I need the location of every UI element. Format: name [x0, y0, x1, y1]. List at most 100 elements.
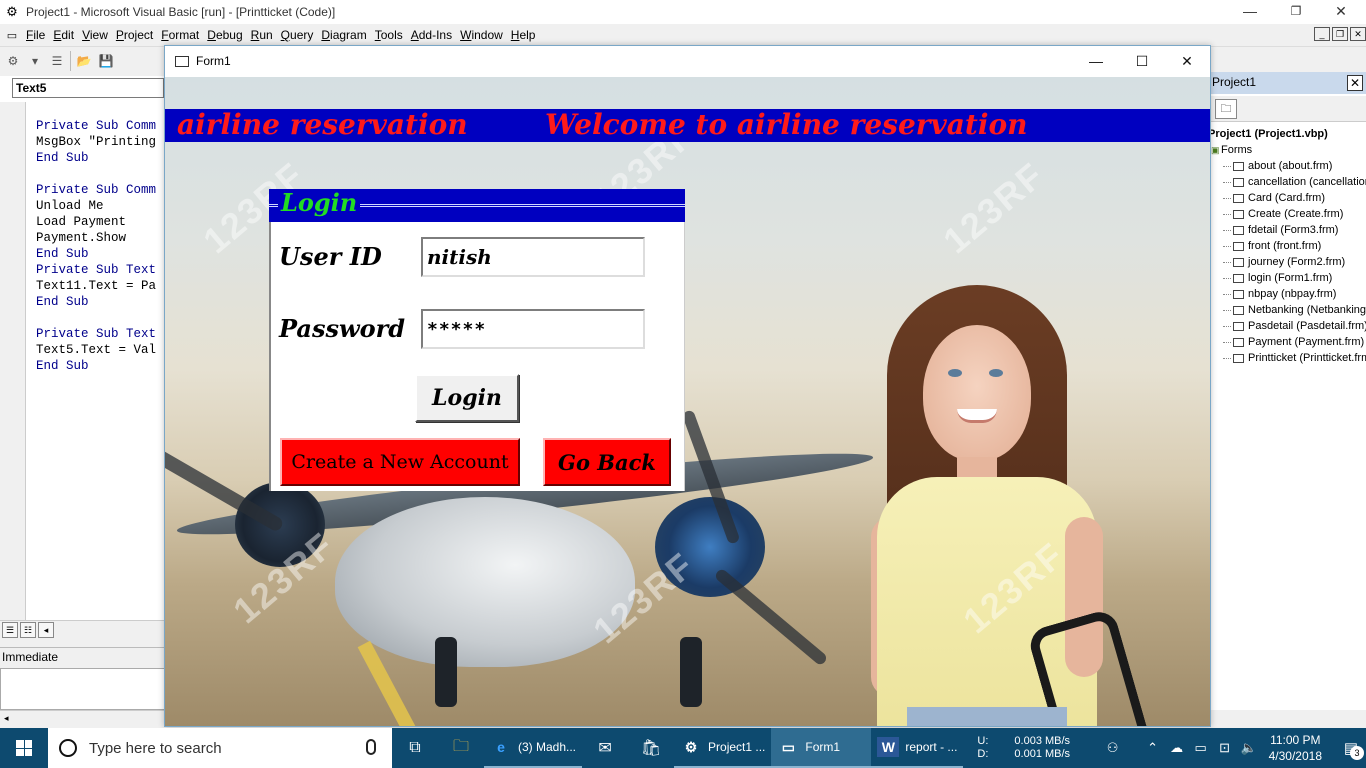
scroll-left-icon[interactable]: ◂: [38, 621, 54, 638]
menu-project[interactable]: Project: [112, 28, 157, 42]
toggle-folders-icon[interactable]: 🗀: [1215, 99, 1237, 119]
menu-tools[interactable]: Tools: [371, 28, 407, 42]
tree-item-payment[interactable]: Payment (Payment.frm): [1211, 334, 1366, 350]
form1-maximize-icon[interactable]: ☐: [1119, 46, 1165, 76]
user-id-input[interactable]: [421, 237, 645, 277]
menu-file[interactable]: File: [22, 28, 49, 42]
form1-client-area: 123RF 123RF 123RF 123RF 123RF 123RF airl…: [165, 77, 1210, 726]
code-line: End Sub: [36, 151, 89, 165]
taskbar-app-word[interactable]: W report - ...: [871, 728, 964, 768]
tree-item-fdetail[interactable]: fdetail (Form3.frm): [1211, 222, 1366, 238]
tree-item-netbanking[interactable]: Netbanking (Netbanking.f: [1211, 302, 1366, 318]
form1-close-icon[interactable]: ✕: [1164, 46, 1210, 76]
code-line: Private Sub Text: [36, 327, 157, 341]
procedure-view-icon[interactable]: ☰: [2, 621, 18, 638]
mail-icon[interactable]: ✉: [582, 728, 628, 768]
tree-item-front[interactable]: front (front.frm): [1211, 238, 1366, 254]
save-project-icon[interactable]: 💾: [97, 52, 115, 70]
menu-view[interactable]: View: [78, 28, 112, 42]
ide-close-icon[interactable]: ✕: [1318, 0, 1364, 24]
taskbar-app-edge[interactable]: e (3) Madh...: [484, 728, 583, 768]
object-combo[interactable]: Text5: [12, 78, 164, 98]
project-toolbar: 🗀: [1211, 96, 1366, 122]
people-icon[interactable]: ⚇: [1101, 740, 1125, 756]
form-file-icon: [1233, 321, 1244, 331]
battery-icon[interactable]: ▭: [1189, 740, 1213, 756]
code-line: End Sub: [36, 247, 89, 261]
taskbar-clock[interactable]: 11:00 PM 4/30/2018: [1269, 732, 1322, 764]
open-project-icon[interactable]: 📂: [75, 52, 93, 70]
vb6-icon: ⚙: [684, 738, 698, 755]
forms-folder-node[interactable]: ▣Forms: [1211, 142, 1366, 158]
ide-minimize-icon[interactable]: —: [1227, 0, 1273, 24]
tree-item-login[interactable]: login (Form1.frm): [1211, 270, 1366, 286]
task-view-icon[interactable]: ⧉: [392, 728, 438, 768]
menu-editor-icon[interactable]: ☰: [48, 52, 66, 70]
create-account-button[interactable]: Create a New Account: [280, 438, 520, 486]
menu-run[interactable]: Run: [247, 28, 277, 42]
add-project-icon[interactable]: ⚙: [4, 52, 22, 70]
tree-item-card[interactable]: Card (Card.frm): [1211, 190, 1366, 206]
taskbar-app-vb6[interactable]: ⚙ Project1 ...: [674, 728, 772, 768]
network-icon[interactable]: ⊡: [1213, 740, 1237, 756]
system-tray: ⚇ ⌃ ☁ ▭ ⊡ 🔈 11:00 PM 4/30/2018 ▤ 3: [1101, 728, 1366, 768]
action-center-icon[interactable]: ▤ 3: [1336, 728, 1366, 768]
immediate-window-input[interactable]: [0, 668, 165, 710]
password-label: Password: [279, 314, 406, 343]
form1-minimize-icon[interactable]: —: [1073, 46, 1119, 76]
ide-restore-icon[interactable]: ❐: [1273, 0, 1319, 24]
immediate-scrollbar[interactable]: ◂: [0, 710, 165, 726]
login-button[interactable]: Login: [415, 374, 519, 422]
form1-window: Form1 — ☐ ✕ 123RF 123RF 123RF 123RF 123R…: [164, 45, 1211, 727]
girl-face: [923, 325, 1031, 461]
code-line: Private Sub Text: [36, 263, 157, 277]
menu-add-ins[interactable]: Add-Ins: [407, 28, 456, 42]
form-file-icon: [1233, 289, 1244, 299]
file-explorer-icon[interactable]: 🗀: [438, 728, 484, 768]
taskbar-app-form1[interactable]: ▭ Form1: [771, 728, 872, 768]
project-root-node[interactable]: Project1 (Project1.vbp): [1208, 126, 1366, 142]
menu-window[interactable]: Window: [456, 28, 507, 42]
menu-debug[interactable]: Debug: [203, 28, 246, 42]
menu-query[interactable]: Query: [277, 28, 318, 42]
form1-title-bar: Form1 — ☐ ✕: [165, 46, 1210, 76]
form-file-icon: [1233, 305, 1244, 315]
store-icon[interactable]: 🛍: [628, 728, 674, 768]
project-explorer: Project1 ✕ 🗀 Project1 (Project1.vbp) ▣Fo…: [1208, 72, 1366, 726]
tree-item-journey[interactable]: journey (Form2.frm): [1211, 254, 1366, 270]
go-back-button[interactable]: Go Back: [543, 438, 671, 486]
show-hidden-icons-icon[interactable]: ⌃: [1141, 740, 1165, 756]
tree-item-cancellation[interactable]: cancellation (cancellation.: [1211, 174, 1366, 190]
microphone-icon[interactable]: [366, 739, 376, 755]
code-horizontal-scrollbar[interactable]: ☰ ☷ ◂: [0, 620, 165, 638]
full-module-view-icon[interactable]: ☷: [20, 621, 36, 638]
tree-item-nbpay[interactable]: nbpay (nbpay.frm): [1211, 286, 1366, 302]
mdi-minimize-icon[interactable]: _: [1314, 27, 1330, 41]
tree-item-printticket[interactable]: Printticket (Printticket.frm: [1211, 350, 1366, 366]
code-window-icon[interactable]: ▭: [2, 29, 22, 42]
watermark: 123RF: [935, 153, 1053, 262]
add-form-icon[interactable]: ▾: [26, 52, 44, 70]
code-editor[interactable]: Private Sub Comm MsgBox "Printing End Su…: [26, 102, 165, 620]
onedrive-icon[interactable]: ☁: [1165, 740, 1189, 756]
propeller-blade: [713, 567, 829, 667]
project-close-icon[interactable]: ✕: [1347, 75, 1363, 91]
mdi-close-icon[interactable]: ✕: [1350, 27, 1366, 41]
mdi-restore-icon[interactable]: ❐: [1332, 27, 1348, 41]
landing-gear: [680, 637, 702, 707]
menu-help[interactable]: Help: [507, 28, 540, 42]
word-icon: W: [877, 737, 900, 757]
taskbar-search-box[interactable]: Type here to search: [48, 728, 392, 768]
user-id-label: User ID: [279, 242, 382, 271]
menu-format[interactable]: Format: [157, 28, 203, 42]
password-input[interactable]: [421, 309, 645, 349]
tree-item-about[interactable]: about (about.frm): [1211, 158, 1366, 174]
tree-item-create[interactable]: Create (Create.frm): [1211, 206, 1366, 222]
menu-diagram[interactable]: Diagram: [317, 28, 370, 42]
tree-item-pasdetail[interactable]: Pasdetail (Pasdetail.frm): [1211, 318, 1366, 334]
start-button[interactable]: [0, 728, 48, 768]
volume-icon[interactable]: 🔈: [1237, 740, 1261, 756]
project-horizontal-scrollbar[interactable]: [1211, 710, 1366, 726]
menu-edit[interactable]: Edit: [49, 28, 78, 42]
